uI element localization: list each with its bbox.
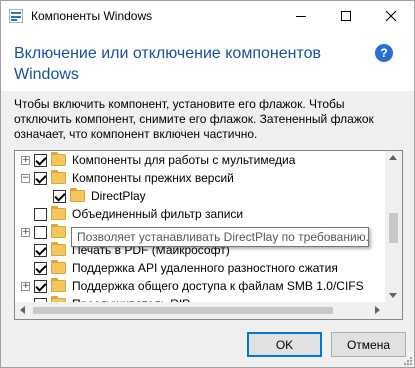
close-button[interactable]	[368, 1, 413, 31]
windows-features-icon	[9, 9, 23, 23]
folder-icon	[51, 206, 66, 220]
folder-icon	[51, 260, 66, 274]
feature-checkbox[interactable]	[34, 261, 47, 275]
resize-grip-icon[interactable]	[402, 355, 412, 365]
vertical-scroll-thumb[interactable]	[389, 213, 398, 243]
tree-item-unified-write-filter[interactable]: Объединенный фильтр записи	[34, 205, 243, 223]
tree-item-hidden[interactable]: +	[21, 223, 72, 241]
folder-icon	[51, 278, 66, 292]
tree-item-label: Объединенный фильтр записи	[72, 207, 244, 221]
scroll-down-arrow-icon[interactable]	[389, 293, 397, 298]
maximize-button[interactable]	[323, 1, 368, 31]
help-icon[interactable]: ?	[375, 44, 393, 62]
minimize-button[interactable]	[278, 1, 323, 31]
horizontal-scrollbar[interactable]	[15, 302, 402, 319]
collapse-icon[interactable]: −	[21, 173, 30, 183]
feature-checkbox[interactable]	[34, 171, 47, 185]
tree-item-label: Компоненты для работы с мультимедиа	[72, 153, 296, 167]
tree-item-rdc-api[interactable]: Поддержка API удаленного разностного сжа…	[34, 259, 338, 277]
feature-checkbox[interactable]	[34, 207, 47, 221]
window-title: Компоненты Windows	[31, 9, 153, 23]
horizontal-scroll-thumb[interactable]	[33, 307, 333, 314]
expand-icon[interactable]: +	[21, 281, 30, 291]
feature-checkbox[interactable]	[53, 189, 66, 203]
header-area: Включение или отключение компонентов Win…	[1, 31, 414, 91]
tooltip: Позволяет устанавливать DirectPlay по тр…	[71, 227, 369, 247]
folder-icon	[51, 242, 66, 256]
minimize-icon	[295, 15, 306, 17]
expand-icon[interactable]: +	[21, 227, 30, 237]
folder-icon	[51, 170, 66, 184]
tree-item-multimedia[interactable]: + Компоненты для работы с мультимедиа	[21, 151, 295, 169]
folder-icon	[51, 224, 66, 238]
page-title: Включение или отключение компонентов Win…	[14, 45, 321, 83]
cancel-button[interactable]: Отмена	[331, 332, 406, 357]
feature-checkbox[interactable]	[34, 225, 47, 239]
feature-checkbox[interactable]	[34, 153, 47, 167]
folder-icon	[70, 188, 85, 202]
vertical-scrollbar[interactable]	[385, 151, 402, 319]
description-text: Чтобы включить компонент, установите его…	[14, 97, 374, 141]
scroll-right-arrow-icon[interactable]	[375, 306, 380, 314]
maximize-icon	[340, 11, 351, 21]
expand-icon[interactable]: +	[21, 155, 30, 165]
tree-item-directplay[interactable]: DirectPlay	[53, 187, 146, 205]
tree-item-label: DirectPlay	[91, 189, 146, 203]
tree-item-label: Поддержка API удаленного разностного сжа…	[72, 261, 338, 275]
scroll-up-arrow-icon[interactable]	[389, 155, 397, 160]
tree-item-label: Поддержка общего доступа к файлам SMB 1.…	[72, 279, 364, 293]
tree-item-label: Компоненты прежних версий	[72, 171, 234, 185]
close-icon	[385, 10, 396, 22]
feature-checkbox[interactable]	[34, 243, 47, 257]
folder-icon	[51, 152, 66, 166]
ok-button[interactable]: OK	[247, 332, 322, 357]
feature-checkbox[interactable]	[34, 279, 47, 293]
scroll-left-arrow-icon[interactable]	[20, 306, 25, 314]
dialog-window: Компоненты Windows Включение или отключе…	[0, 0, 415, 368]
title-bar: Компоненты Windows	[1, 1, 414, 31]
tree-item-smb1[interactable]: + Поддержка общего доступа к файлам SMB …	[21, 277, 364, 295]
tree-item-legacy-components[interactable]: − Компоненты прежних версий	[21, 169, 234, 187]
